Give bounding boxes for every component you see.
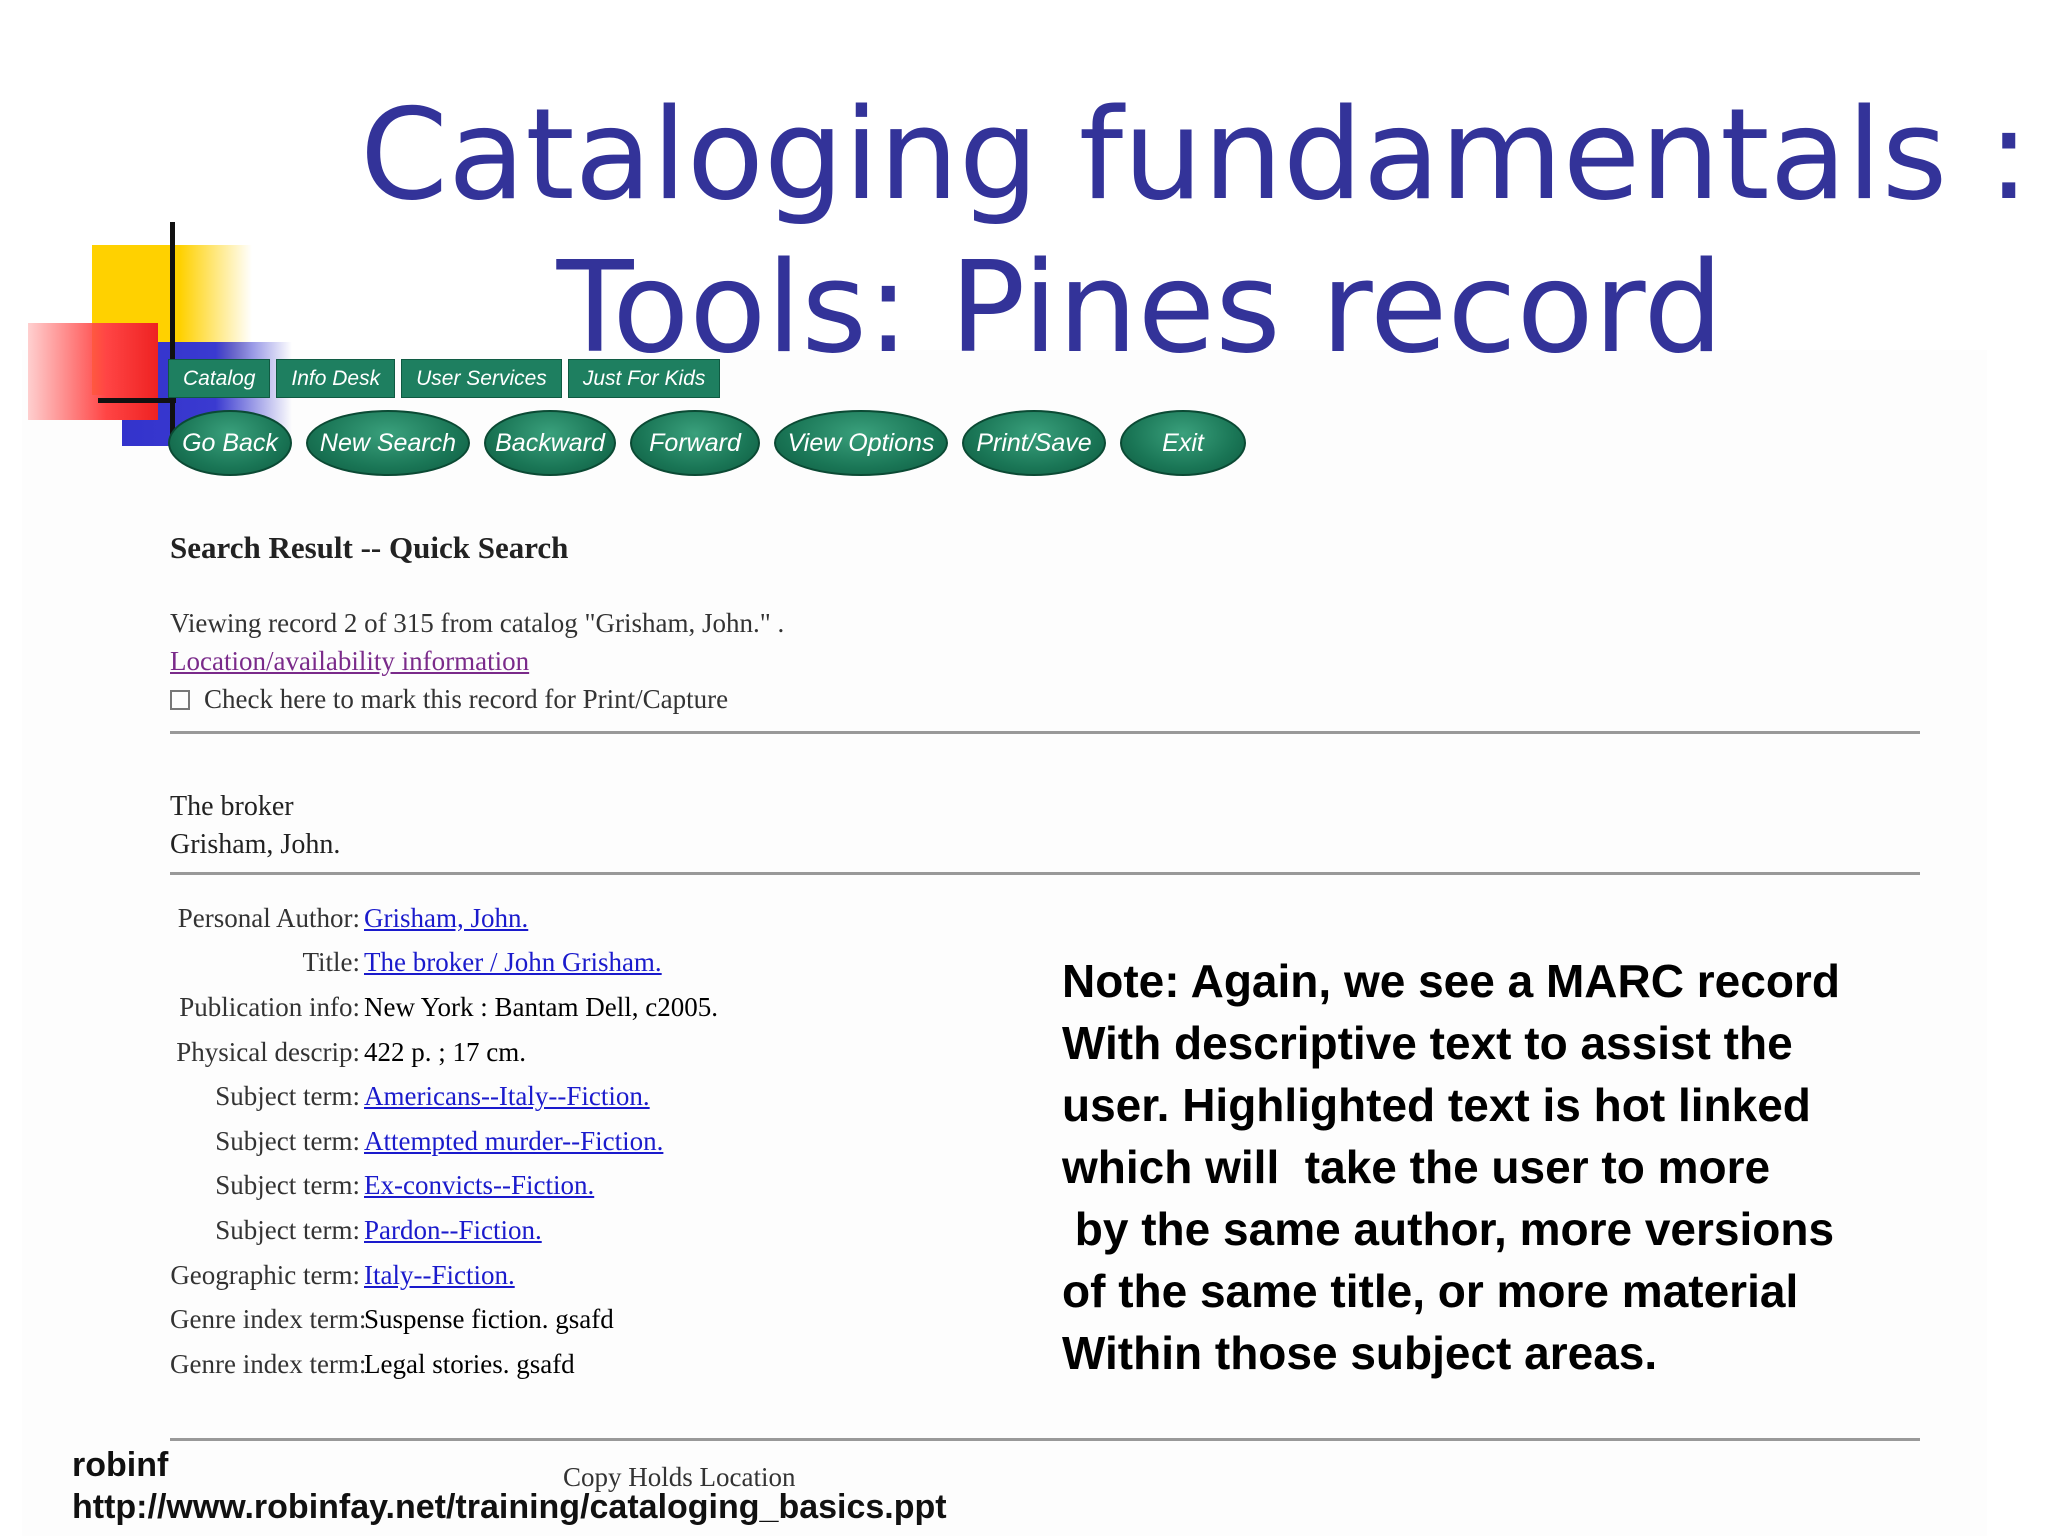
field-label: Subject term:	[215, 1125, 360, 1156]
mark-record-label: Check here to mark this record for Print…	[204, 684, 729, 714]
backward-button[interactable]: Backward	[484, 410, 616, 476]
field-genre-index-term: Genre index term: Legal stories. gsafd	[170, 1342, 718, 1387]
note-line: of the same title, or more material	[1062, 1265, 1799, 1317]
subject-link[interactable]: Americans--Italy--Fiction.	[364, 1081, 650, 1112]
field-label: Title:	[302, 947, 360, 978]
slide-footer: robinf http://www.robinfay.net/training/…	[72, 1444, 947, 1528]
availability-link[interactable]: Location/availability information	[170, 646, 529, 676]
red-square-decoration	[28, 323, 158, 420]
note-line: which will take the user to more	[1062, 1141, 1771, 1193]
catalog-nav-buttons: Go Back New Search Backward Forward View…	[168, 410, 1246, 476]
field-label: Geographic term:	[170, 1259, 360, 1290]
field-label: Subject term:	[215, 1081, 360, 1112]
availability-row: Location/availability information	[170, 646, 529, 677]
view-options-button[interactable]: View Options	[774, 410, 948, 476]
mark-record-row: Check here to mark this record for Print…	[170, 684, 728, 715]
viewing-record-text: Viewing record 2 of 315 from catalog "Gr…	[170, 608, 785, 638]
horizontal-line-decoration	[98, 398, 176, 403]
note-line: Note: Again, we see a MARC record	[1062, 955, 1840, 1007]
genre-value: Legal stories. gsafd	[364, 1348, 575, 1379]
subject-link[interactable]: Attempted murder--Fiction.	[364, 1126, 663, 1157]
field-genre-index-term: Genre index term: Suspense fiction. gsaf…	[170, 1297, 718, 1342]
exit-button[interactable]: Exit	[1120, 410, 1246, 476]
forward-button[interactable]: Forward	[630, 410, 760, 476]
field-label: Publication info:	[179, 991, 360, 1022]
note-line: user. Highlighted text is hot linked	[1062, 1079, 1811, 1131]
new-search-button[interactable]: New Search	[306, 410, 470, 476]
record-title: The broker	[170, 791, 294, 822]
subject-link[interactable]: Ex-convicts--Fiction.	[364, 1170, 594, 1201]
field-geographic-term: Geographic term: Italy--Fiction.	[170, 1253, 718, 1298]
divider	[170, 731, 1920, 734]
divider	[170, 872, 1920, 875]
field-label: Personal Author:	[177, 902, 360, 933]
field-subject-term: Subject term: Pardon--Fiction.	[170, 1208, 718, 1253]
footer-author: robinf	[72, 1446, 169, 1484]
catalog-tab-bar: Catalog Info Desk User Services Just For…	[168, 359, 721, 398]
geographic-link[interactable]: Italy--Fiction.	[364, 1260, 515, 1291]
field-physical-descrip: Physical descrip: 422 p. ; 17 cm.	[170, 1030, 718, 1075]
go-back-button[interactable]: Go Back	[168, 410, 292, 476]
field-subject-term: Subject term: Americans--Italy--Fiction.	[170, 1074, 718, 1119]
field-label: Genre index term:	[170, 1348, 367, 1379]
tab-just-for-kids[interactable]: Just For Kids	[567, 359, 721, 398]
tab-user-services[interactable]: User Services	[401, 359, 562, 398]
vertical-line-decoration	[170, 222, 175, 440]
title-link[interactable]: The broker / John Grisham.	[364, 947, 662, 978]
slide-title: Cataloging fundamentals : Tools: Pines r…	[360, 78, 2030, 384]
note-line: With descriptive text to assist the	[1062, 1017, 1793, 1069]
title-line-1: Cataloging fundamentals :	[360, 81, 2030, 228]
tab-catalog[interactable]: Catalog	[168, 359, 271, 398]
divider	[170, 1438, 1920, 1441]
field-subject-term: Subject term: Ex-convicts--Fiction.	[170, 1164, 718, 1209]
field-label: Subject term:	[215, 1214, 360, 1245]
note-line: Within those subject areas.	[1062, 1327, 1658, 1379]
search-result-heading: Search Result -- Quick Search	[170, 530, 569, 565]
record-fields: Personal Author: Grisham, John. Title: T…	[170, 896, 718, 1387]
field-title: Title: The broker / John Grisham.	[170, 941, 718, 986]
slide-note: Note: Again, we see a MARC record With d…	[1062, 950, 2022, 1384]
mark-record-checkbox[interactable]	[170, 690, 190, 710]
field-subject-term: Subject term: Attempted murder--Fiction.	[170, 1119, 718, 1164]
publication-value: New York : Bantam Dell, c2005.	[364, 991, 718, 1022]
record-summary: The broker Grisham, John.	[170, 788, 340, 864]
physical-value: 422 p. ; 17 cm.	[364, 1036, 526, 1067]
field-personal-author: Personal Author: Grisham, John.	[170, 896, 718, 941]
field-publication-info: Publication info: New York : Bantam Dell…	[170, 985, 718, 1030]
record-author: Grisham, John.	[170, 829, 341, 860]
footer-url: http://www.robinfay.net/training/catalog…	[72, 1488, 947, 1526]
print-save-button[interactable]: Print/Save	[962, 410, 1106, 476]
genre-value: Suspense fiction. gsafd	[364, 1304, 614, 1335]
subject-link[interactable]: Pardon--Fiction.	[364, 1215, 542, 1246]
field-label: Physical descrip:	[176, 1036, 360, 1067]
tab-info-desk[interactable]: Info Desk	[276, 359, 396, 398]
field-label: Subject term:	[215, 1170, 360, 1201]
note-line: by the same author, more versions	[1062, 1203, 1835, 1255]
field-label: Genre index term:	[170, 1304, 367, 1335]
author-link[interactable]: Grisham, John.	[364, 903, 528, 934]
